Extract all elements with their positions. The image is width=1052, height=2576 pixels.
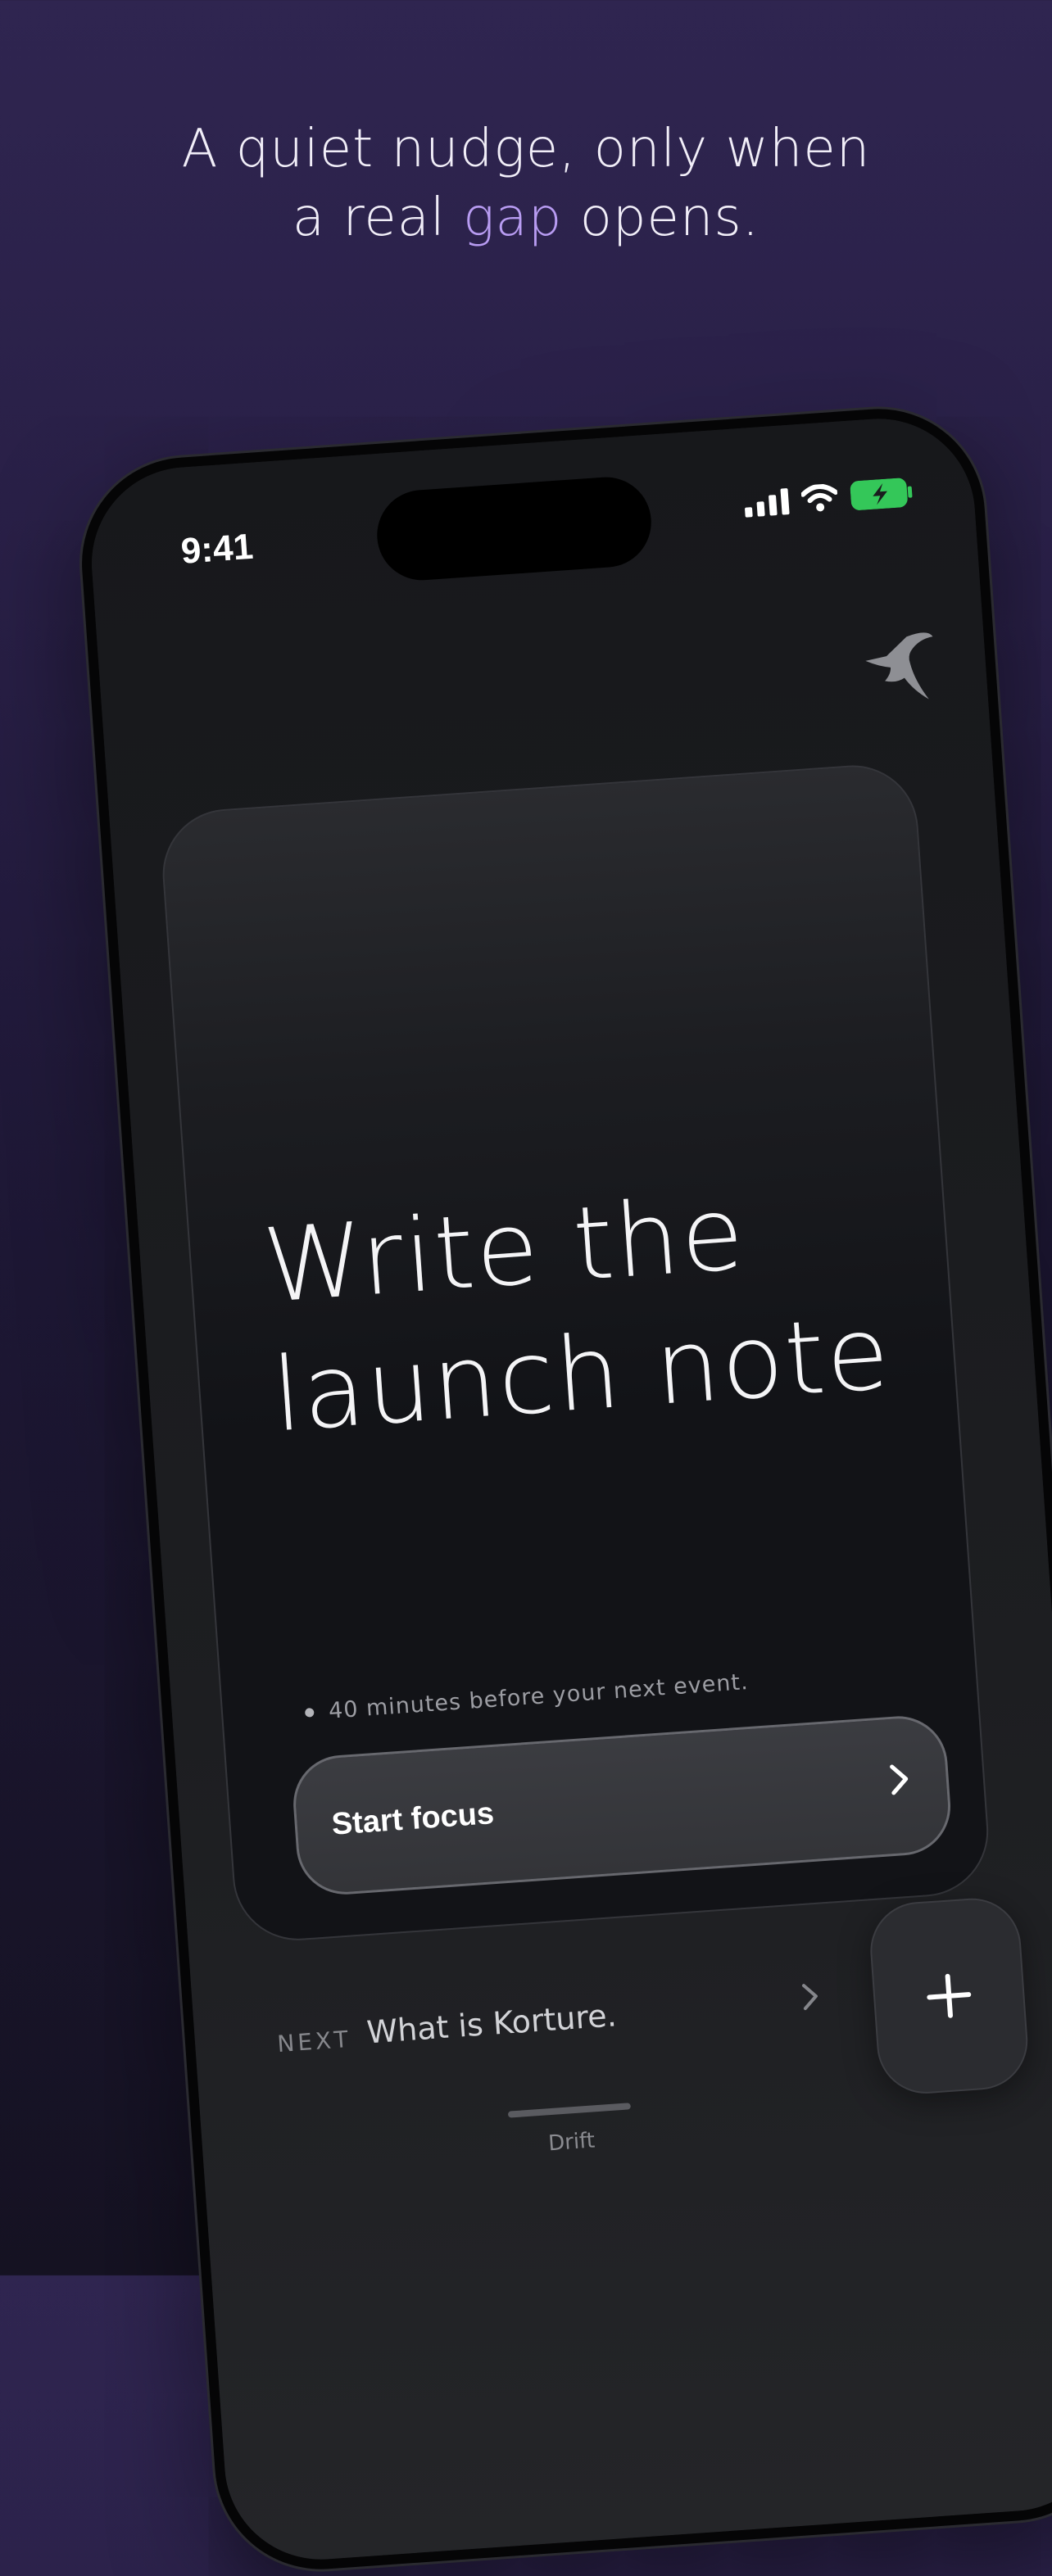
task-card: Write the launch note 40 minutes before … <box>158 761 993 1945</box>
headline: A quiet nudge, only when a real gap open… <box>0 115 1052 252</box>
headline-line-2-prefix: a real <box>292 188 464 248</box>
drift-tab-label: Drift <box>547 2128 596 2157</box>
next-task-title: What is Korture. <box>365 1997 618 2051</box>
cellular-signal-icon <box>743 487 790 518</box>
dynamic-island <box>374 473 655 584</box>
drift-indicator-bar <box>507 2103 632 2118</box>
wifi-icon <box>800 483 838 514</box>
status-time: 9:41 <box>179 526 255 572</box>
app-screen: 9:41 Write the launch note 40 minutes be… <box>85 412 1052 2566</box>
next-task-row[interactable]: NEXT What is Korture. <box>275 1972 852 2078</box>
headline-line-2-suffix: opens. <box>562 188 760 248</box>
start-focus-button[interactable]: Start focus <box>290 1713 955 1898</box>
swift-bird-icon <box>860 628 939 707</box>
chevron-right-icon <box>799 1980 823 2017</box>
headline-line-2: a real gap opens. <box>0 183 1052 252</box>
headline-line-1: A quiet nudge, only when <box>181 119 871 179</box>
event-hint-text: 40 minutes before your next event. <box>328 1668 750 1724</box>
event-hint: 40 minutes before your next event. <box>304 1668 750 1726</box>
plus-icon <box>927 1973 972 2018</box>
headline-accent-word: gap <box>463 188 563 248</box>
chevron-right-icon <box>886 1760 913 1801</box>
card-title: Write the launch note <box>260 1158 915 1461</box>
start-focus-label: Start focus <box>330 1796 496 1842</box>
bullet-dot-icon <box>304 1708 315 1718</box>
phone-frame: 9:41 Write the launch note 40 minutes be… <box>75 401 1052 2576</box>
add-task-button[interactable] <box>867 1895 1032 2097</box>
next-tag: NEXT <box>276 2025 352 2058</box>
battery-charging-icon <box>850 477 914 510</box>
status-icons <box>743 477 914 518</box>
drift-tab[interactable]: Drift <box>504 2103 638 2159</box>
